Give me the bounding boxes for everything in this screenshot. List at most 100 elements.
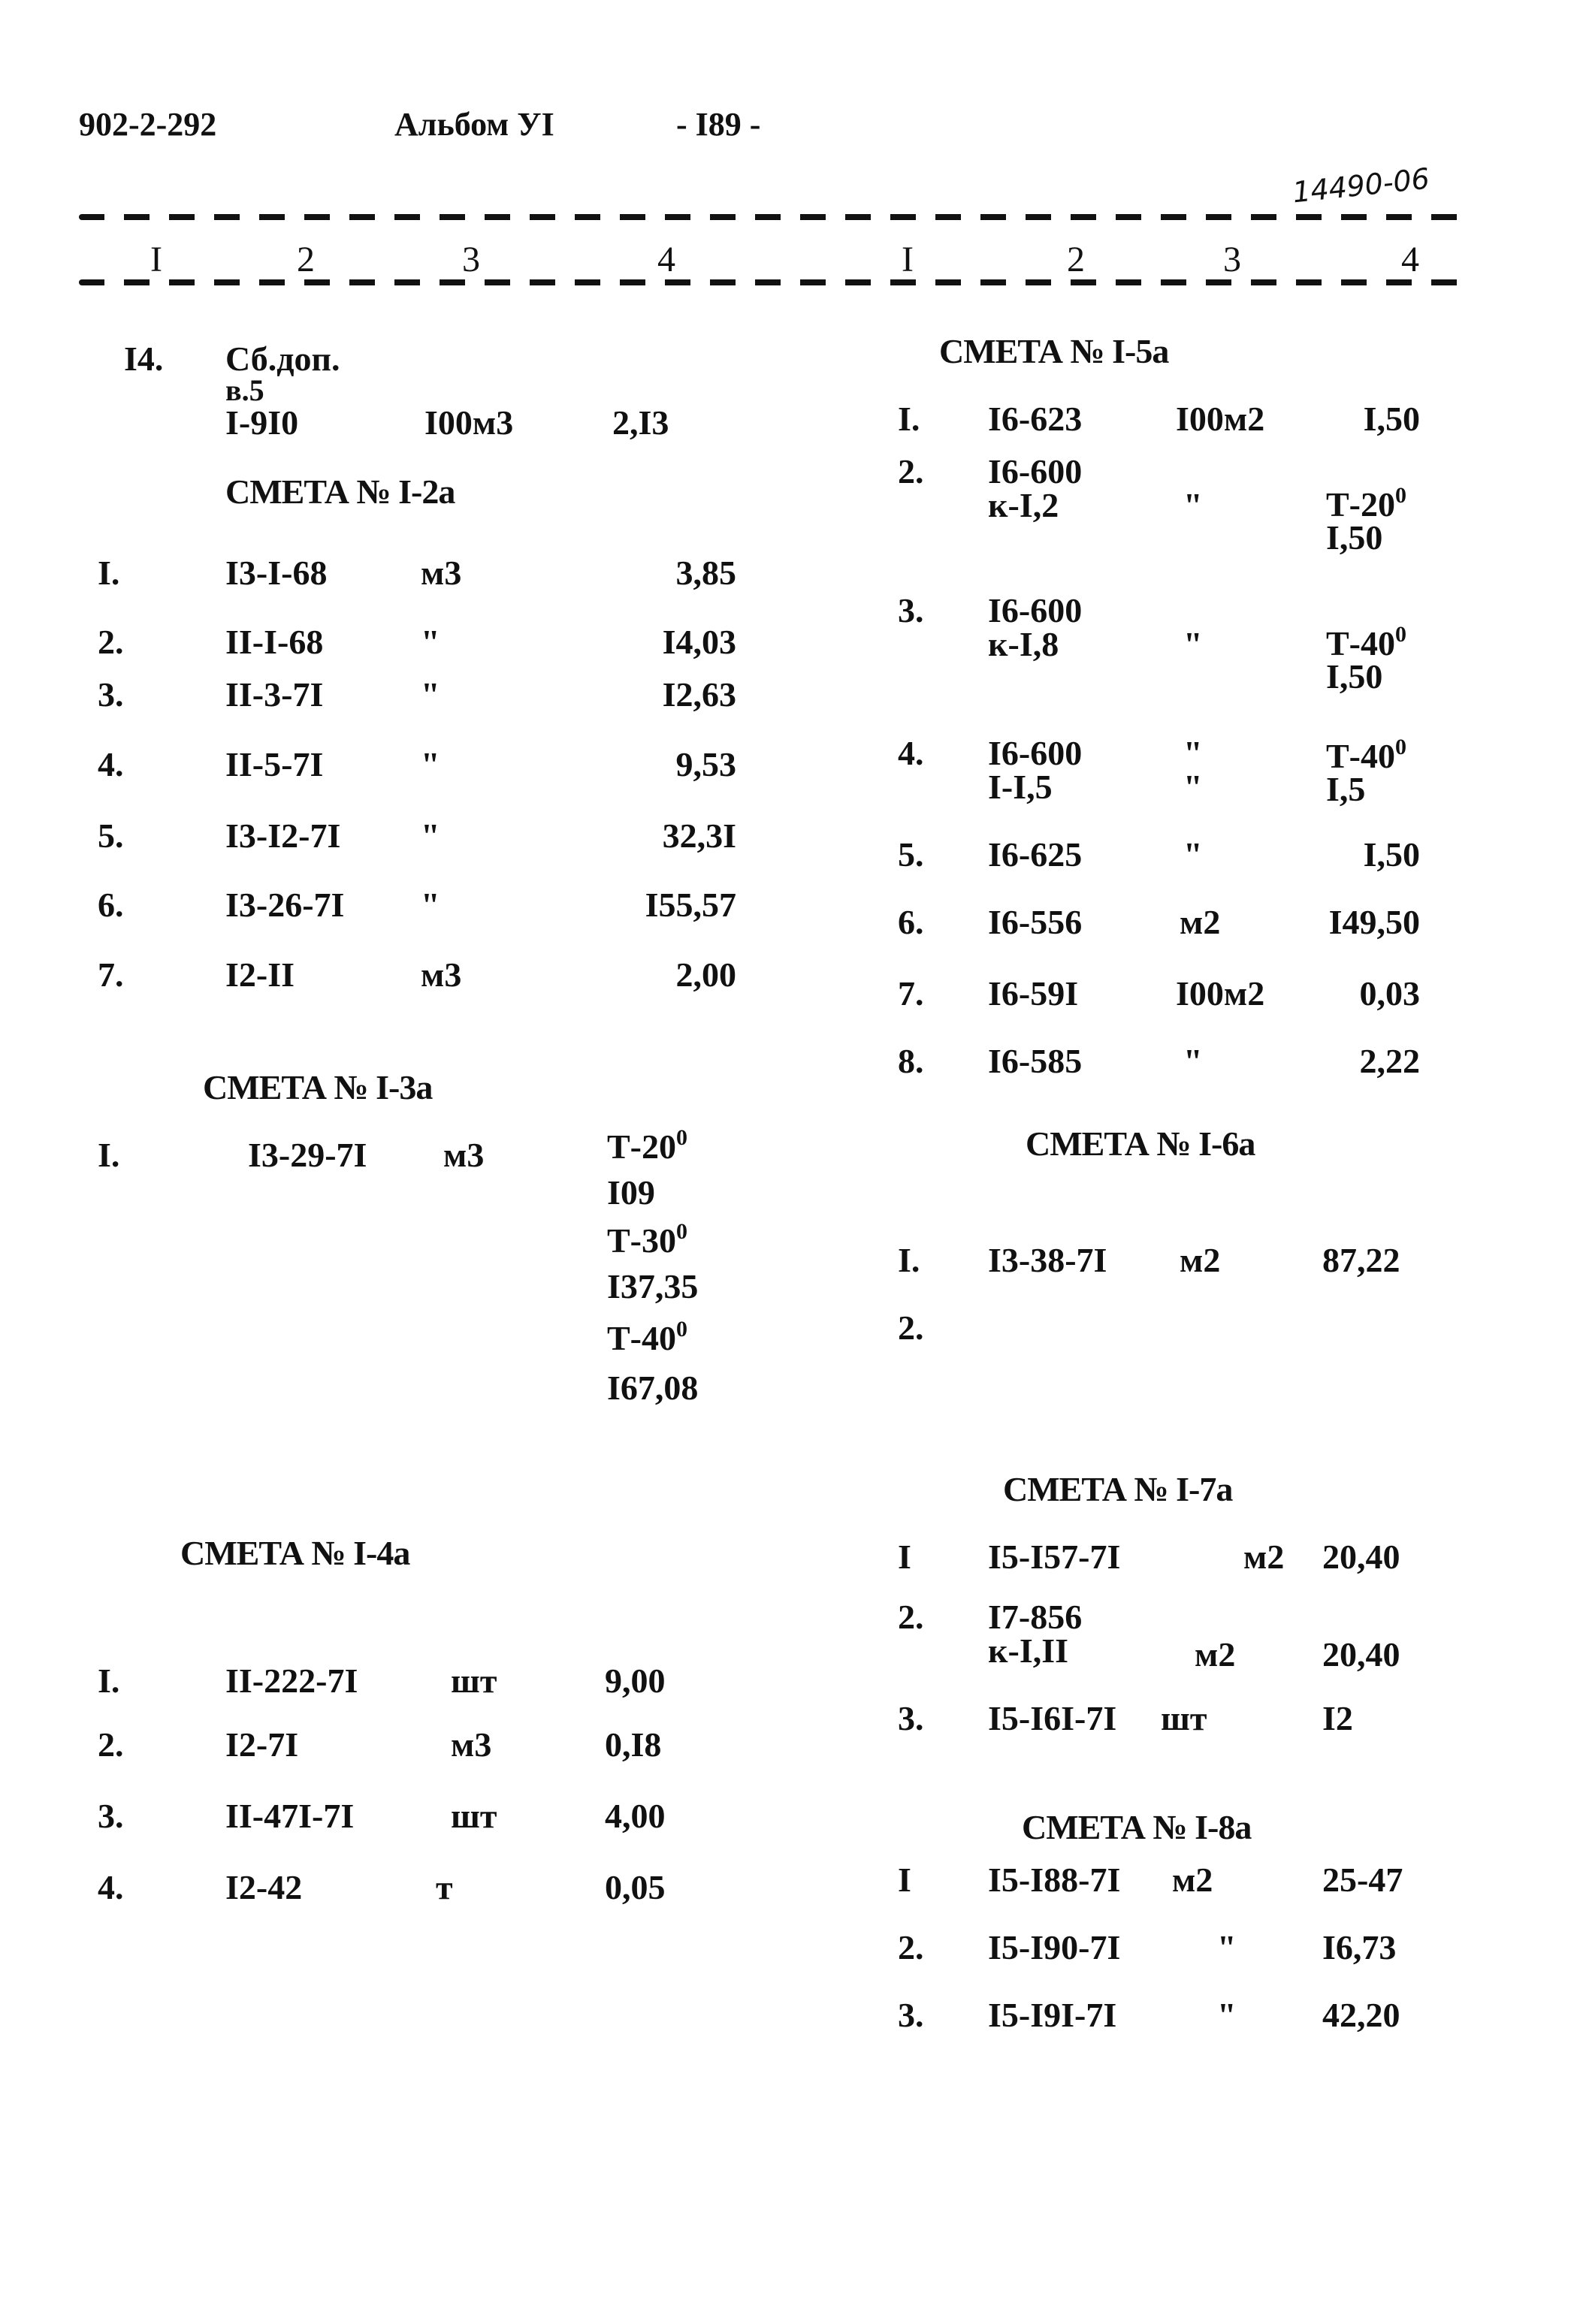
- rate-code: I2-7I: [225, 1725, 299, 1764]
- unit: ": [1183, 486, 1203, 524]
- quantity: I2,63: [662, 675, 736, 714]
- unit: ": [1183, 835, 1203, 874]
- unit: ": [421, 745, 440, 783]
- rate-code: I6-600: [988, 591, 1083, 629]
- section-title: СМЕТА № I-4а: [180, 1534, 410, 1572]
- row-number: 4.: [98, 1868, 124, 1906]
- degree-mark: 0: [676, 1317, 687, 1342]
- quantity: I,50: [1326, 518, 1383, 557]
- degree-mark: 0: [1395, 483, 1406, 508]
- quantity: I,50: [1363, 400, 1420, 438]
- row-number: 2.: [898, 1598, 924, 1636]
- rate-code: I2-II: [225, 955, 295, 994]
- temperature-label: Т-20: [607, 1127, 676, 1166]
- rate-code: I5-I9I-7I: [988, 1996, 1117, 2034]
- quantity: 9,00: [605, 1662, 666, 1700]
- row-number: 6.: [98, 886, 124, 924]
- row-number: 7.: [98, 955, 124, 994]
- row-number: I.: [98, 554, 120, 592]
- degree-mark: 0: [676, 1219, 687, 1244]
- quantity: 0,I8: [605, 1725, 662, 1764]
- unit: шт: [1161, 1699, 1207, 1737]
- page-number: - I89 -: [676, 106, 761, 143]
- unit: м3: [421, 554, 462, 592]
- unit: ": [421, 623, 440, 661]
- unit: м2: [1243, 1538, 1285, 1576]
- temperature-value: Т-400: [1326, 623, 1406, 661]
- degree-mark: 0: [676, 1125, 687, 1150]
- quantity: 4,00: [605, 1797, 666, 1835]
- row-number: I: [898, 1538, 911, 1576]
- quantity: I,5: [1326, 770, 1366, 808]
- rate-coefficient: к-I,2: [988, 486, 1059, 524]
- rate-code: I5-I57-7I: [988, 1538, 1121, 1576]
- temperature-value: Т-200: [607, 1127, 687, 1164]
- unit: м3: [421, 955, 462, 994]
- quantity: 2,00: [675, 955, 737, 994]
- quantity: 2,I3: [612, 403, 669, 442]
- column-header-1-right: I: [902, 240, 914, 279]
- temperature-value: Т-400: [1326, 736, 1406, 774]
- temperature-value: Т-200: [1326, 484, 1406, 522]
- rate-code: I-9I0: [225, 403, 299, 442]
- rate-code: I5-I6I-7I: [988, 1699, 1117, 1737]
- rate-code: I3-29-7I: [248, 1136, 367, 1174]
- rate-code: I6-600: [988, 734, 1083, 772]
- rate-code: I3-38-7I: [988, 1241, 1107, 1279]
- row-number: 2.: [898, 1928, 924, 1966]
- rate-code: I6-623: [988, 400, 1083, 438]
- section-title: СМЕТА № I-2а: [225, 472, 455, 511]
- unit: ": [421, 675, 440, 714]
- row-number: 3.: [898, 1699, 924, 1737]
- unit: м2: [1180, 1241, 1221, 1279]
- divider-top: [79, 214, 1473, 220]
- temperature-label: Т-40: [607, 1319, 676, 1357]
- unit: м2: [1172, 1861, 1213, 1899]
- section-title: СМЕТА № I-7а: [1003, 1470, 1233, 1508]
- rate-code: I7-856: [988, 1598, 1083, 1636]
- rate-coefficient: к-I,II: [988, 1631, 1069, 1670]
- unit: м3: [451, 1725, 492, 1764]
- section-title: СМЕТА № I-8а: [1022, 1808, 1252, 1846]
- quantity: I49,50: [1328, 903, 1420, 941]
- rate-coefficient: I-I,5: [988, 768, 1053, 806]
- section-title: СМЕТА № I-3а: [203, 1068, 433, 1106]
- row-number: I4.: [124, 340, 164, 378]
- quantity: 32,3I: [662, 816, 736, 855]
- unit: ": [421, 816, 440, 855]
- degree-mark: 0: [1395, 622, 1406, 647]
- rate-code: II-47I-7I: [225, 1797, 355, 1835]
- unit: м2: [1180, 903, 1221, 941]
- rate-code: II-5-7I: [225, 745, 324, 783]
- row-number: 4.: [898, 734, 924, 772]
- rate-coefficient: к-I,8: [988, 625, 1059, 663]
- row-number: 7.: [898, 974, 924, 1013]
- quantity: I37,35: [607, 1267, 699, 1305]
- row-number: I: [898, 1861, 911, 1899]
- quantity: 87,22: [1322, 1241, 1400, 1279]
- row-number: 6.: [898, 903, 924, 941]
- quantity: I6,73: [1322, 1928, 1397, 1966]
- row-number: 2.: [98, 1725, 124, 1764]
- quantity: 2,22: [1359, 1042, 1421, 1080]
- unit: I00м2: [1176, 974, 1265, 1013]
- rate-code: I6-585: [988, 1042, 1083, 1080]
- unit: I00м2: [1176, 400, 1265, 438]
- row-number: 3.: [898, 1996, 924, 2034]
- rate-code: I6-600: [988, 452, 1083, 490]
- row-number: 3.: [98, 1797, 124, 1835]
- rate-code: I5-I88-7I: [988, 1861, 1121, 1899]
- quantity: I55,57: [645, 886, 736, 924]
- row-number: 8.: [898, 1042, 924, 1080]
- quantity: 3,85: [675, 554, 737, 592]
- row-number: 2.: [898, 452, 924, 490]
- row-number: 3.: [898, 591, 924, 629]
- unit: ": [1183, 1042, 1203, 1080]
- row-number: 2.: [898, 1308, 924, 1347]
- temperature-value: Т-400: [607, 1318, 687, 1356]
- rate-code: I5-I90-7I: [988, 1928, 1121, 1966]
- quantity: 20,40: [1322, 1538, 1400, 1576]
- row-number: I.: [98, 1136, 120, 1174]
- rate-code: II-3-7I: [225, 675, 324, 714]
- quantity: I67,08: [607, 1369, 699, 1407]
